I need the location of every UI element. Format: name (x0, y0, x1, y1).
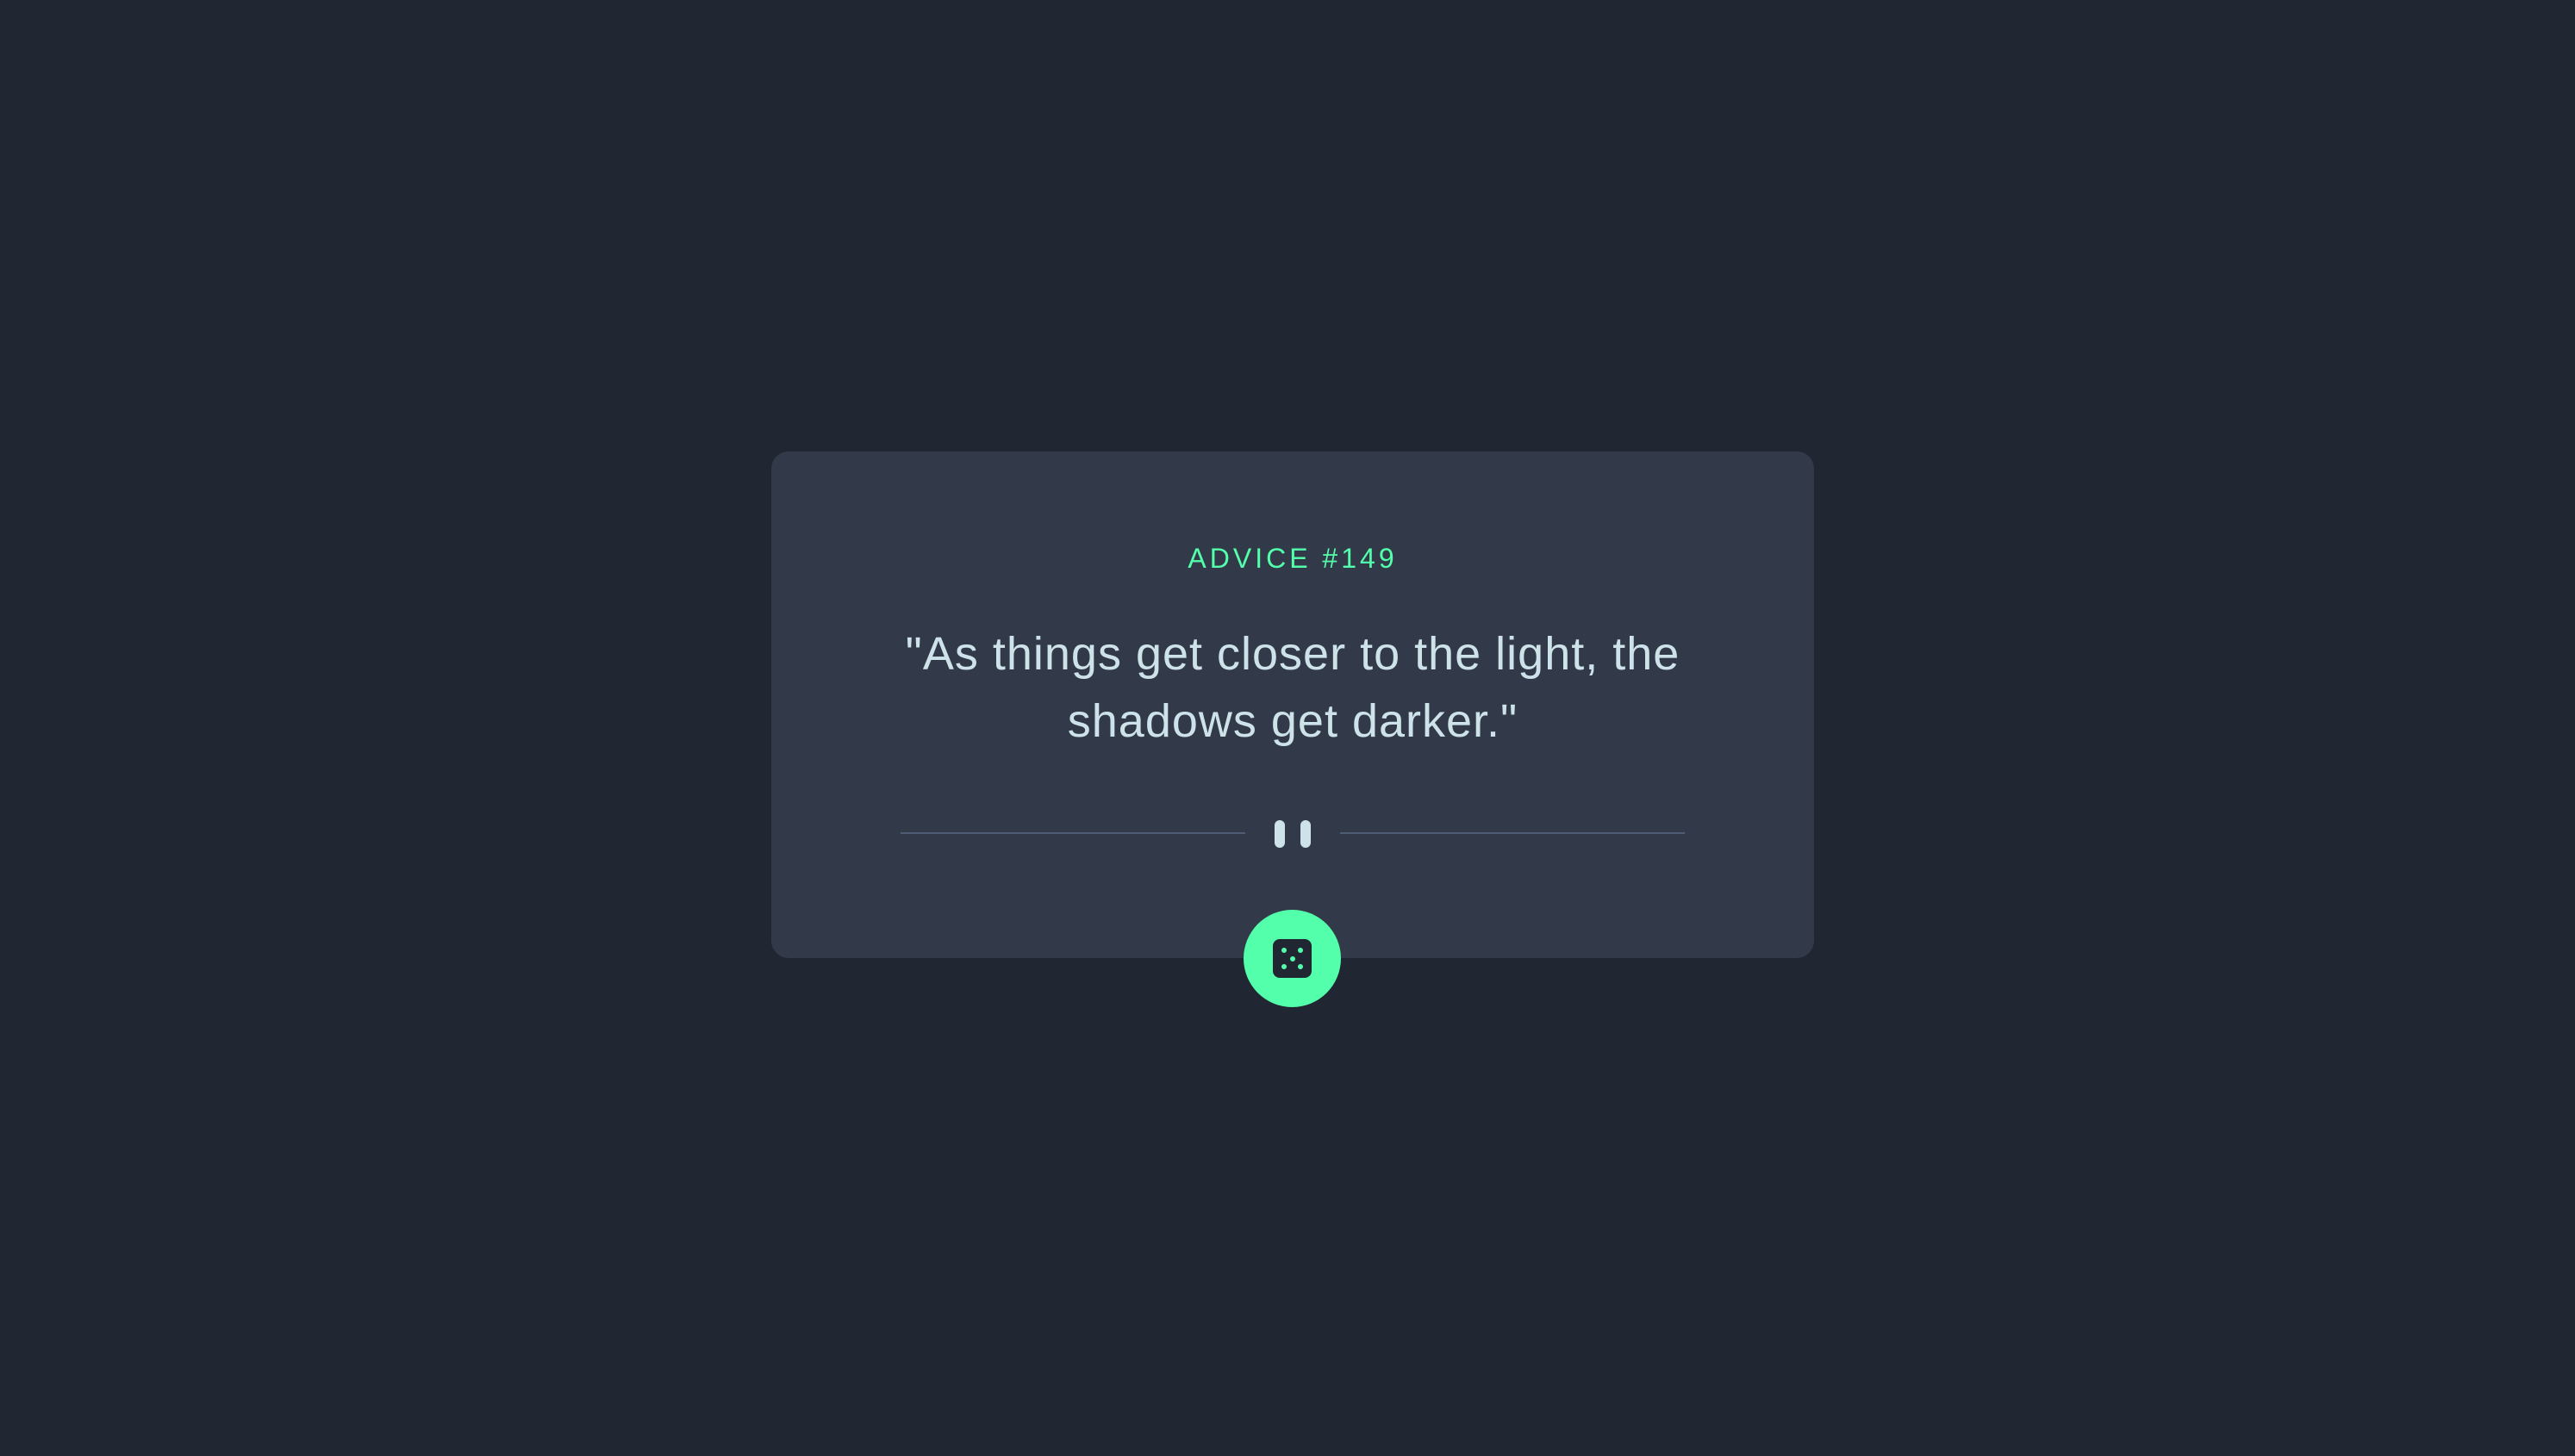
dice-pip-bottom-left (1281, 964, 1287, 969)
dice-pip-top-right (1298, 948, 1303, 953)
advice-quote: "As things get closer to the light, the … (905, 628, 1680, 747)
pause-icon (1275, 820, 1311, 848)
divider-line-left (901, 832, 1245, 834)
pause-bar-left (1275, 820, 1285, 848)
dice-pip-top-left (1281, 948, 1287, 953)
divider-line-right (1340, 832, 1685, 834)
advice-card: ADVICE #149 "As things get closer to the… (771, 451, 1814, 958)
dice-icon (1273, 939, 1312, 978)
quote-divider (901, 820, 1685, 848)
generate-advice-button[interactable] (1244, 910, 1341, 1007)
pause-bar-right (1300, 820, 1311, 848)
dice-pip-center (1289, 955, 1295, 961)
advice-id-label: ADVICE #149 (1188, 543, 1398, 574)
dice-pip-bottom-right (1298, 964, 1303, 969)
